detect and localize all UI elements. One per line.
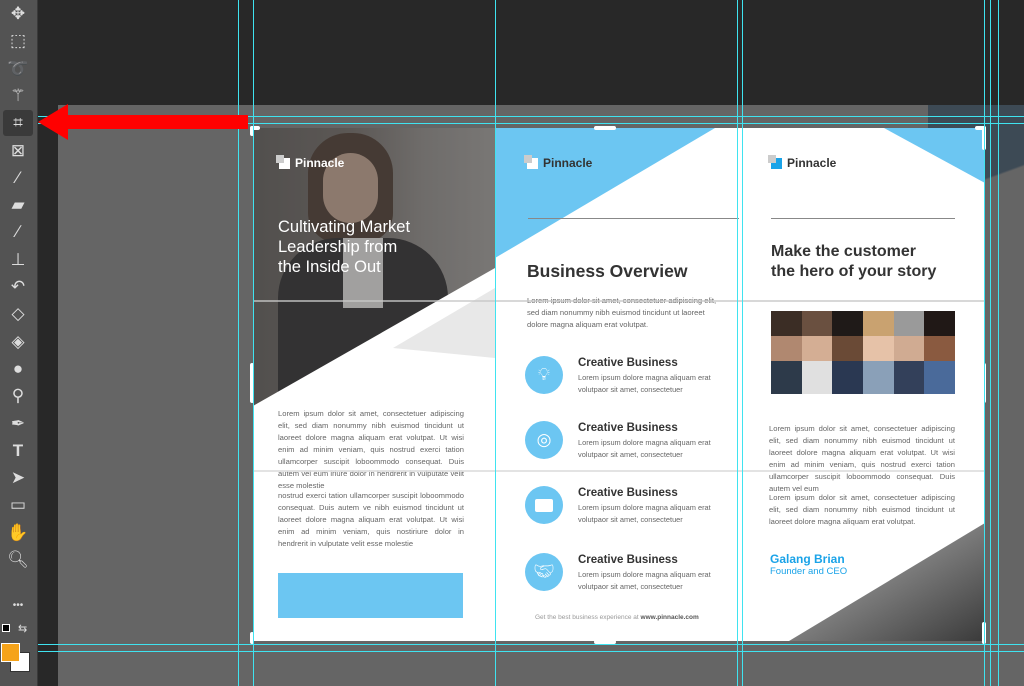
logo-icon <box>276 154 290 169</box>
author-role: Founder and CEO <box>770 566 848 577</box>
healing-tool-icon[interactable]: ▰ <box>3 192 33 218</box>
headline-line: Cultivating Market <box>278 218 411 236</box>
brush-tool-icon[interactable]: ∕ <box>3 219 33 245</box>
logo-text: Pinnacle <box>543 156 593 170</box>
document-canvas[interactable]: Pinnacle Cultivating Market Leadership f… <box>253 128 985 641</box>
city-photo <box>789 523 985 641</box>
logo-text: Pinnacle <box>295 156 345 170</box>
briefcase-icon <box>525 486 563 524</box>
crop-tool-icon[interactable]: ⌗ <box>3 110 33 137</box>
headline-line: the hero of your story <box>771 263 937 280</box>
lasso-tool-icon[interactable]: ➰ <box>3 56 33 82</box>
foreground-color-swatch[interactable] <box>1 643 20 662</box>
body-paragraph: nostrud exerci tation ullamcorper suscip… <box>278 491 464 548</box>
logo: Pinnacle <box>276 154 345 170</box>
service-text: Lorem ipsum dolore magna aliquam erat vo… <box>578 373 711 394</box>
zoom-tool-icon[interactable]: 🔍︎ <box>3 547 33 573</box>
service-text: Lorem ipsum dolore magna aliquam erat vo… <box>578 570 711 591</box>
handshake-icon: 🤝︎ <box>525 553 563 591</box>
move-tool-icon[interactable]: ✥ <box>3 1 33 27</box>
author-name: Galang Brian <box>770 552 845 566</box>
tools-panel: ✥ ⬚ ➰ ⚚ ⌗ ⊠ ⁄ ▰ ∕ ⊥ ↶ ◇ ◈ ● ⚲ ✒ T ➤ ▭ ✋ 🔍︎ ••• ⇆ <box>0 0 38 686</box>
cover-headline: Cultivating Market Leadership from the I… <box>278 217 410 277</box>
story-headline: Make the customer the hero of your story <box>771 242 936 282</box>
headline-line: Make the customer <box>771 243 916 260</box>
service-item: 💡︎ Creative Business Lorem ipsum dolore ma… <box>525 356 725 396</box>
history-brush-tool-icon[interactable]: ↶ <box>3 274 33 300</box>
service-title: Creative Business <box>578 422 678 434</box>
guide[interactable] <box>38 644 1024 645</box>
magic-wand-tool-icon[interactable]: ⚚ <box>3 83 33 109</box>
service-item: ◎ Creative Business Lorem ipsum dolore mag… <box>525 421 725 461</box>
divider <box>771 218 955 219</box>
brochure-panel-story: Pinnacle Make the customer the hero of y… <box>739 128 985 641</box>
logo-icon <box>768 154 782 169</box>
footer-url: www.pinnacle.com <box>640 614 699 621</box>
pen-tool-icon[interactable]: ✒ <box>3 411 33 437</box>
red-arrow-annotation <box>38 104 248 140</box>
divider <box>528 218 739 219</box>
body-paragraph: Lorem ipsum dolor sit amet, consectetuer… <box>278 409 464 490</box>
marquee-tool-icon[interactable]: ⬚ <box>3 28 33 54</box>
eraser-tool-icon[interactable]: ◇ <box>3 301 33 327</box>
guide[interactable] <box>38 651 1024 652</box>
logo: Pinnacle <box>524 154 593 170</box>
logo: Pinnacle <box>768 154 837 170</box>
guide[interactable] <box>984 0 985 686</box>
swap-colors-icon[interactable]: ⇆ <box>18 622 27 635</box>
service-title: Creative Business <box>578 487 678 499</box>
body-paragraph: Lorem ipsum dolor sit amet, consectetuer… <box>769 493 955 526</box>
fold-line <box>253 470 985 472</box>
section-title: Business Overview <box>527 261 688 281</box>
guide[interactable] <box>998 0 999 686</box>
fold-line <box>253 300 985 302</box>
headline-line: the Inside Out <box>278 258 381 276</box>
blue-button-placeholder <box>278 573 463 618</box>
dodge-tool-icon[interactable]: ⚲ <box>3 383 33 409</box>
guide[interactable] <box>742 0 743 686</box>
team-photo <box>771 311 956 394</box>
blur-tool-icon[interactable]: ● <box>3 356 33 382</box>
service-text: Lorem ipsum dolore magna aliquam erat vo… <box>578 503 711 524</box>
type-tool-icon[interactable]: T <box>3 438 33 464</box>
rectangle-tool-icon[interactable]: ▭ <box>3 492 33 518</box>
paint-bucket-tool-icon[interactable]: ◈ <box>3 329 33 355</box>
service-title: Creative Business <box>578 357 678 369</box>
footer-text: Get the best business experience at www.… <box>535 614 699 621</box>
guide[interactable] <box>737 0 738 686</box>
footer-prefix: Get the best business experience at <box>535 614 641 621</box>
headline-line: Leadership from <box>278 238 398 256</box>
guide[interactable] <box>990 0 991 686</box>
logo-icon <box>524 154 538 169</box>
brochure-panel-cover: Pinnacle Cultivating Market Leadership f… <box>253 128 495 641</box>
guide[interactable] <box>495 0 496 686</box>
clone-stamp-tool-icon[interactable]: ⊥ <box>3 247 33 273</box>
path-selection-tool-icon[interactable]: ➤ <box>3 465 33 491</box>
logo-text: Pinnacle <box>787 156 837 170</box>
service-item: Creative Business Lorem ipsum dolore magn… <box>525 486 725 526</box>
lightbulb-icon: 💡︎ <box>525 356 563 394</box>
frame-tool-icon[interactable]: ⊠ <box>3 138 33 164</box>
service-item: 🤝︎ Creative Business Lorem ipsum dolore ma… <box>525 553 725 593</box>
eyedropper-tool-icon[interactable]: ⁄ <box>3 165 33 191</box>
guide[interactable] <box>253 0 254 686</box>
body-paragraph: Lorem ipsum dolor sit amet, consectetuer… <box>769 424 955 493</box>
target-icon: ◎ <box>525 421 563 459</box>
brochure-panel-overview: Pinnacle Business Overview Lorem ipsum d… <box>495 128 739 641</box>
crop-handle[interactable] <box>594 126 616 130</box>
service-text: Lorem ipsum dolore magna aliquam erat vo… <box>578 438 711 459</box>
hand-tool-icon[interactable]: ✋ <box>3 520 33 546</box>
service-title: Creative Business <box>578 554 678 566</box>
white-diagonal-shape <box>253 268 495 641</box>
default-colors-icon[interactable] <box>2 624 10 632</box>
mores-tool-icon[interactable]: ••• <box>3 592 33 618</box>
